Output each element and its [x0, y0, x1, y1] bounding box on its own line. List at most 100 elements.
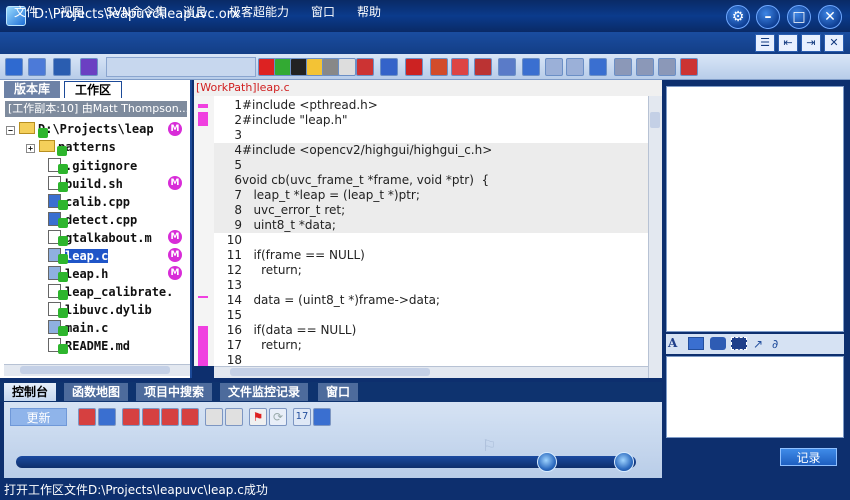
editor-hscroll-thumb[interactable]: [230, 368, 430, 376]
tab-file-monitor[interactable]: 文件监控记录: [220, 383, 309, 401]
tree-item-build-sh[interactable]: build.sh: [48, 174, 123, 192]
find-icon[interactable]: [356, 58, 374, 76]
code-line[interactable]: 11 if(frame == NULL): [214, 248, 648, 263]
tab-console[interactable]: 控制台: [4, 383, 57, 401]
record-button[interactable]: 记录: [780, 448, 837, 466]
zoom-icon[interactable]: [498, 58, 516, 76]
collapse-icon[interactable]: −: [6, 126, 15, 135]
menu-geek-powers[interactable]: 极客超能力: [229, 3, 289, 20]
calendar-icon[interactable]: 17: [293, 408, 311, 426]
diff-icon[interactable]: [122, 408, 140, 426]
code-line[interactable]: 1#include <pthread.h>: [214, 98, 648, 113]
menu-window[interactable]: 窗口: [311, 3, 335, 20]
switch-icon[interactable]: [161, 408, 179, 426]
code-line[interactable]: 5: [214, 158, 648, 173]
code-line[interactable]: 12 return;: [214, 263, 648, 278]
down-icon[interactable]: [589, 58, 607, 76]
merge-icon[interactable]: [78, 408, 96, 426]
export-icon[interactable]: ⇥: [801, 34, 821, 52]
dropdown-icon[interactable]: [338, 58, 356, 76]
tab-window[interactable]: 窗口: [318, 383, 359, 401]
tree-root[interactable]: − D:\Projects\leap: [6, 120, 154, 138]
branch-icon[interactable]: [142, 408, 160, 426]
tree-item-libuvc[interactable]: libuvc.dylib: [48, 300, 152, 318]
camera-icon[interactable]: [710, 337, 726, 350]
minimize-icon[interactable]: –: [756, 5, 780, 29]
comment-icon[interactable]: [474, 58, 492, 76]
menu-svn[interactable]: SVN命令集: [106, 3, 167, 20]
slider-start-handle[interactable]: [537, 452, 557, 472]
menu-help[interactable]: 帮助: [357, 3, 381, 20]
maximize-icon[interactable]: □: [787, 5, 811, 29]
gear-icon[interactable]: ⚙: [726, 5, 750, 29]
slider-end-handle[interactable]: [614, 452, 634, 472]
unlock-icon[interactable]: [225, 408, 243, 426]
wrap-icon[interactable]: [451, 58, 469, 76]
code-line[interactable]: 7 leap_t *leap = (leap_t *)ptr;: [214, 188, 648, 203]
code-line[interactable]: 10: [214, 233, 648, 248]
split-icon[interactable]: [614, 58, 632, 76]
code-line[interactable]: 16 if(data == NULL): [214, 323, 648, 338]
code-line[interactable]: 14 data = (uint8_t *)frame->data;: [214, 293, 648, 308]
refresh-icon[interactable]: [680, 58, 698, 76]
flag-icon[interactable]: ⚑: [249, 408, 267, 426]
attach-icon[interactable]: ∂: [772, 337, 786, 351]
path-combo[interactable]: [106, 57, 256, 77]
tree-scroll-thumb[interactable]: [20, 366, 170, 374]
code-line[interactable]: 3: [214, 128, 648, 143]
tree-item-gtalkabout[interactable]: gtalkabout.m: [48, 228, 152, 246]
tab-repository[interactable]: 版本库: [4, 81, 61, 98]
code-line[interactable]: 6void cb(uvc_frame_t *frame, void *ptr) …: [214, 173, 648, 188]
capture-icon[interactable]: [731, 337, 747, 350]
prev-icon[interactable]: [545, 58, 563, 76]
tree-item-patterns[interactable]: + patterns: [26, 138, 116, 156]
code-line[interactable]: 2#include "leap.h": [214, 113, 648, 128]
lock-icon[interactable]: [205, 408, 223, 426]
close-icon[interactable]: ✕: [818, 5, 842, 29]
update-button[interactable]: 更新: [10, 408, 67, 426]
restore-icon[interactable]: ⇤: [778, 34, 798, 52]
tree-item-main-c[interactable]: main.c: [48, 318, 108, 336]
tree-item-detect-cpp[interactable]: detect.cpp: [48, 210, 137, 228]
expand-icon[interactable]: +: [26, 144, 35, 153]
image-icon[interactable]: [688, 337, 704, 350]
font-icon[interactable]: A: [668, 336, 682, 350]
columns-icon[interactable]: [636, 58, 654, 76]
rows-icon[interactable]: [658, 58, 676, 76]
up-icon[interactable]: [522, 58, 540, 76]
code-line[interactable]: 8 uvc_error_t ret;: [214, 203, 648, 218]
bookmark-icon[interactable]: [405, 58, 423, 76]
tree-item-leap-h[interactable]: leap.h: [48, 264, 108, 282]
code-line[interactable]: 17 return;: [214, 338, 648, 353]
tree-item-leap-c[interactable]: leap.c: [48, 246, 109, 264]
copy-icon[interactable]: [98, 408, 116, 426]
replace-icon[interactable]: [380, 58, 398, 76]
edit-icon[interactable]: [430, 58, 448, 76]
tree-item-gitignore[interactable]: .gitignore: [48, 156, 137, 174]
menu-file[interactable]: 文件: [14, 3, 38, 20]
open-folder-icon[interactable]: [5, 58, 23, 76]
search-repo-icon[interactable]: [28, 58, 46, 76]
pin-icon[interactable]: ↗: [753, 337, 767, 351]
code-line[interactable]: 9 uint8_t *data;: [214, 218, 648, 233]
link-icon[interactable]: ⟳: [269, 408, 287, 426]
picture-icon[interactable]: [313, 408, 331, 426]
code-line[interactable]: 15: [214, 308, 648, 323]
code-line[interactable]: 13: [214, 278, 648, 293]
relocate-icon[interactable]: [181, 408, 199, 426]
notes-area[interactable]: [666, 356, 844, 438]
menu-messages[interactable]: 消息: [183, 3, 207, 20]
editor-vscrollbar[interactable]: [648, 96, 662, 378]
next-icon[interactable]: [566, 58, 584, 76]
tab-project-search[interactable]: 项目中搜索: [136, 383, 213, 401]
filter-icon[interactable]: [80, 58, 98, 76]
child-close-icon[interactable]: ✕: [824, 34, 844, 52]
menu-view[interactable]: 视图: [60, 3, 84, 20]
save-icon[interactable]: [53, 58, 71, 76]
tree-item-readme[interactable]: README.md: [48, 336, 130, 354]
tree-item-leap-calibrate[interactable]: leap_calibrate.: [48, 282, 173, 300]
tile-icon[interactable]: ☰: [755, 34, 775, 52]
editor-vscroll-thumb[interactable]: [650, 112, 660, 128]
tab-workspace[interactable]: 工作区: [64, 81, 123, 98]
code-line[interactable]: 4#include <opencv2/highgui/highgui_c.h>: [214, 143, 648, 158]
